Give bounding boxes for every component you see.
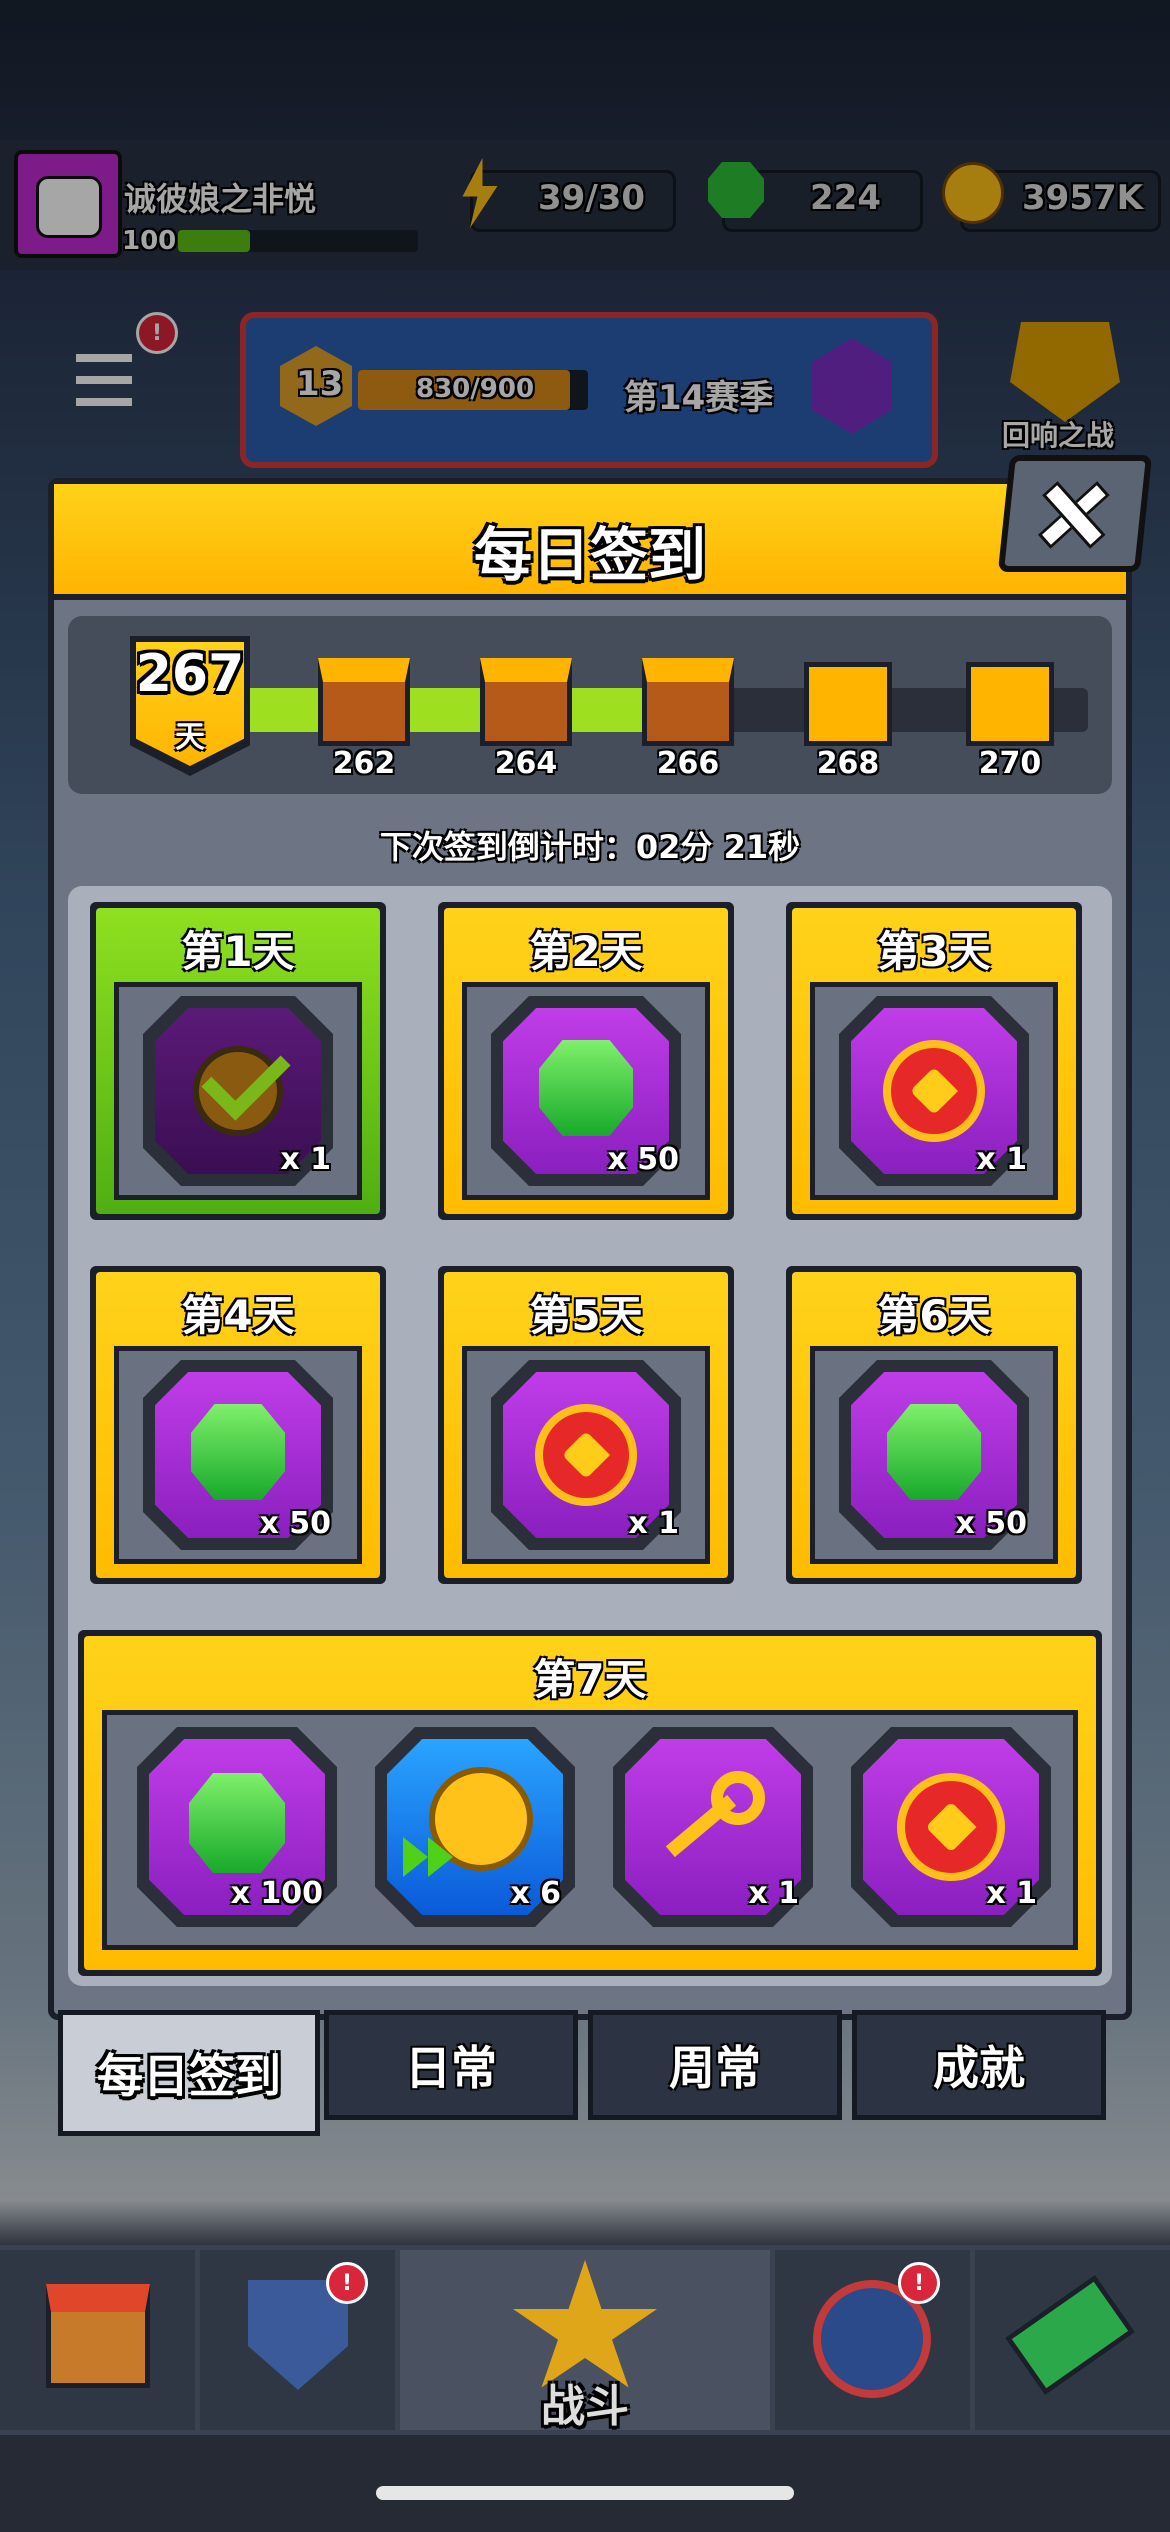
- close-icon: [1037, 481, 1110, 549]
- day-card-4[interactable]: 第4天 x 50: [90, 1266, 386, 1584]
- reward-slot: x 1: [462, 1346, 710, 1564]
- gem-icon: [539, 1040, 633, 1136]
- streak-progress-panel: 267 天 262 264 266 268 270: [68, 616, 1112, 794]
- reward-qty: x 100: [230, 1876, 323, 1911]
- close-button[interactable]: [997, 455, 1153, 572]
- day-card-title: 第2天: [529, 927, 643, 976]
- reward-item-1: x 100: [137, 1727, 337, 1927]
- day-card-7[interactable]: 第7天 x 100 x 6 x 1 x 1: [78, 1630, 1102, 1976]
- reward-qty: x 50: [955, 1506, 1027, 1541]
- gem-icon: [189, 1773, 285, 1873]
- tab-weekly[interactable]: 周常: [588, 2010, 842, 2120]
- gem-icon: [887, 1404, 981, 1500]
- reward-qty: x 1: [280, 1142, 331, 1177]
- streak-days: 267: [135, 644, 245, 704]
- tab-daily[interactable]: 日常: [324, 2010, 578, 2120]
- tab-daily-signin[interactable]: 每日签到: [58, 2010, 320, 2136]
- reward-qty: x 1: [976, 1142, 1027, 1177]
- modal-title: 每日签到: [473, 521, 706, 589]
- day-card-2[interactable]: 第2天 x 50: [438, 902, 734, 1220]
- milestone-label-268: 268: [816, 746, 880, 781]
- daily-signin-modal: 每日签到 267 天 262 264 266 268 270 下次签到倒计时：0…: [48, 478, 1132, 2020]
- milestone-label-270: 270: [978, 746, 1042, 781]
- reward-item-3: x 1: [613, 1727, 813, 1927]
- day-card-title: 第7天: [533, 1655, 647, 1704]
- streak-track-fill: [208, 688, 701, 732]
- milestone-chest-270[interactable]: [966, 662, 1054, 746]
- reward-qty: x 6: [510, 1876, 561, 1911]
- day-card-5[interactable]: 第5天 x 1: [438, 1266, 734, 1584]
- milestone-label-262: 262: [332, 746, 396, 781]
- reward-qty: x 1: [628, 1506, 679, 1541]
- reward-qty: x 50: [259, 1506, 331, 1541]
- battle-label: 战斗: [541, 2381, 629, 2432]
- shop-icon: [46, 2284, 150, 2388]
- events-alert-badge: !: [898, 2262, 940, 2304]
- reward-qty: x 1: [986, 1876, 1037, 1911]
- streak-unit: 天: [175, 720, 205, 755]
- day-card-title: 第6天: [877, 1291, 991, 1340]
- signin-countdown: 下次签到倒计时：02分 21秒: [379, 828, 801, 866]
- tab-achievements[interactable]: 成就: [852, 2010, 1106, 2120]
- reward-slot: x 50: [462, 982, 710, 1200]
- reward-qty: x 1: [748, 1876, 799, 1911]
- day-card-title: 第1天: [181, 927, 295, 976]
- milestone-label-264: 264: [494, 746, 558, 781]
- reward-slot: x 50: [114, 1346, 362, 1564]
- day-card-title: 第4天: [181, 1291, 295, 1340]
- nav-shop[interactable]: [0, 2250, 195, 2430]
- nav-battle[interactable]: 战斗: [400, 2250, 770, 2432]
- nav-events[interactable]: [775, 2250, 970, 2430]
- day-card-title: 第5天: [529, 1291, 643, 1340]
- reward-slot: x 1: [810, 982, 1058, 1200]
- reward-slot-group: x 100 x 6 x 1 x 1: [102, 1710, 1078, 1950]
- milestone-label-266: 266: [656, 746, 720, 781]
- reward-qty: x 50: [607, 1142, 679, 1177]
- day-card-1[interactable]: 第1天 x 1: [90, 902, 386, 1220]
- reward-item-2: x 6: [375, 1727, 575, 1927]
- scroll-icon: [1004, 2274, 1136, 2396]
- milestone-chest-262[interactable]: [318, 658, 410, 746]
- equipment-alert-badge: !: [326, 2262, 368, 2304]
- reward-slot: x 1: [114, 982, 362, 1200]
- day-card-3[interactable]: 第3天 x 1: [786, 902, 1082, 1220]
- day-card-6[interactable]: 第6天 x 50: [786, 1266, 1082, 1584]
- milestone-chest-268[interactable]: [804, 662, 892, 746]
- gem-icon: [191, 1404, 285, 1500]
- milestone-chest-266[interactable]: [642, 658, 734, 746]
- modal-header: 每日签到: [54, 484, 1126, 600]
- home-indicator: [376, 2486, 794, 2500]
- reward-slot: x 50: [810, 1346, 1058, 1564]
- milestone-chest-264[interactable]: [480, 658, 572, 746]
- reward-cards-panel: 第1天 x 1 第2天 x 50 第3天 x 1 第4天 x 50 第5天 x …: [68, 886, 1112, 1986]
- reward-item-4: x 1: [851, 1727, 1051, 1927]
- day-card-title: 第3天: [877, 927, 991, 976]
- nav-research[interactable]: [975, 2250, 1170, 2430]
